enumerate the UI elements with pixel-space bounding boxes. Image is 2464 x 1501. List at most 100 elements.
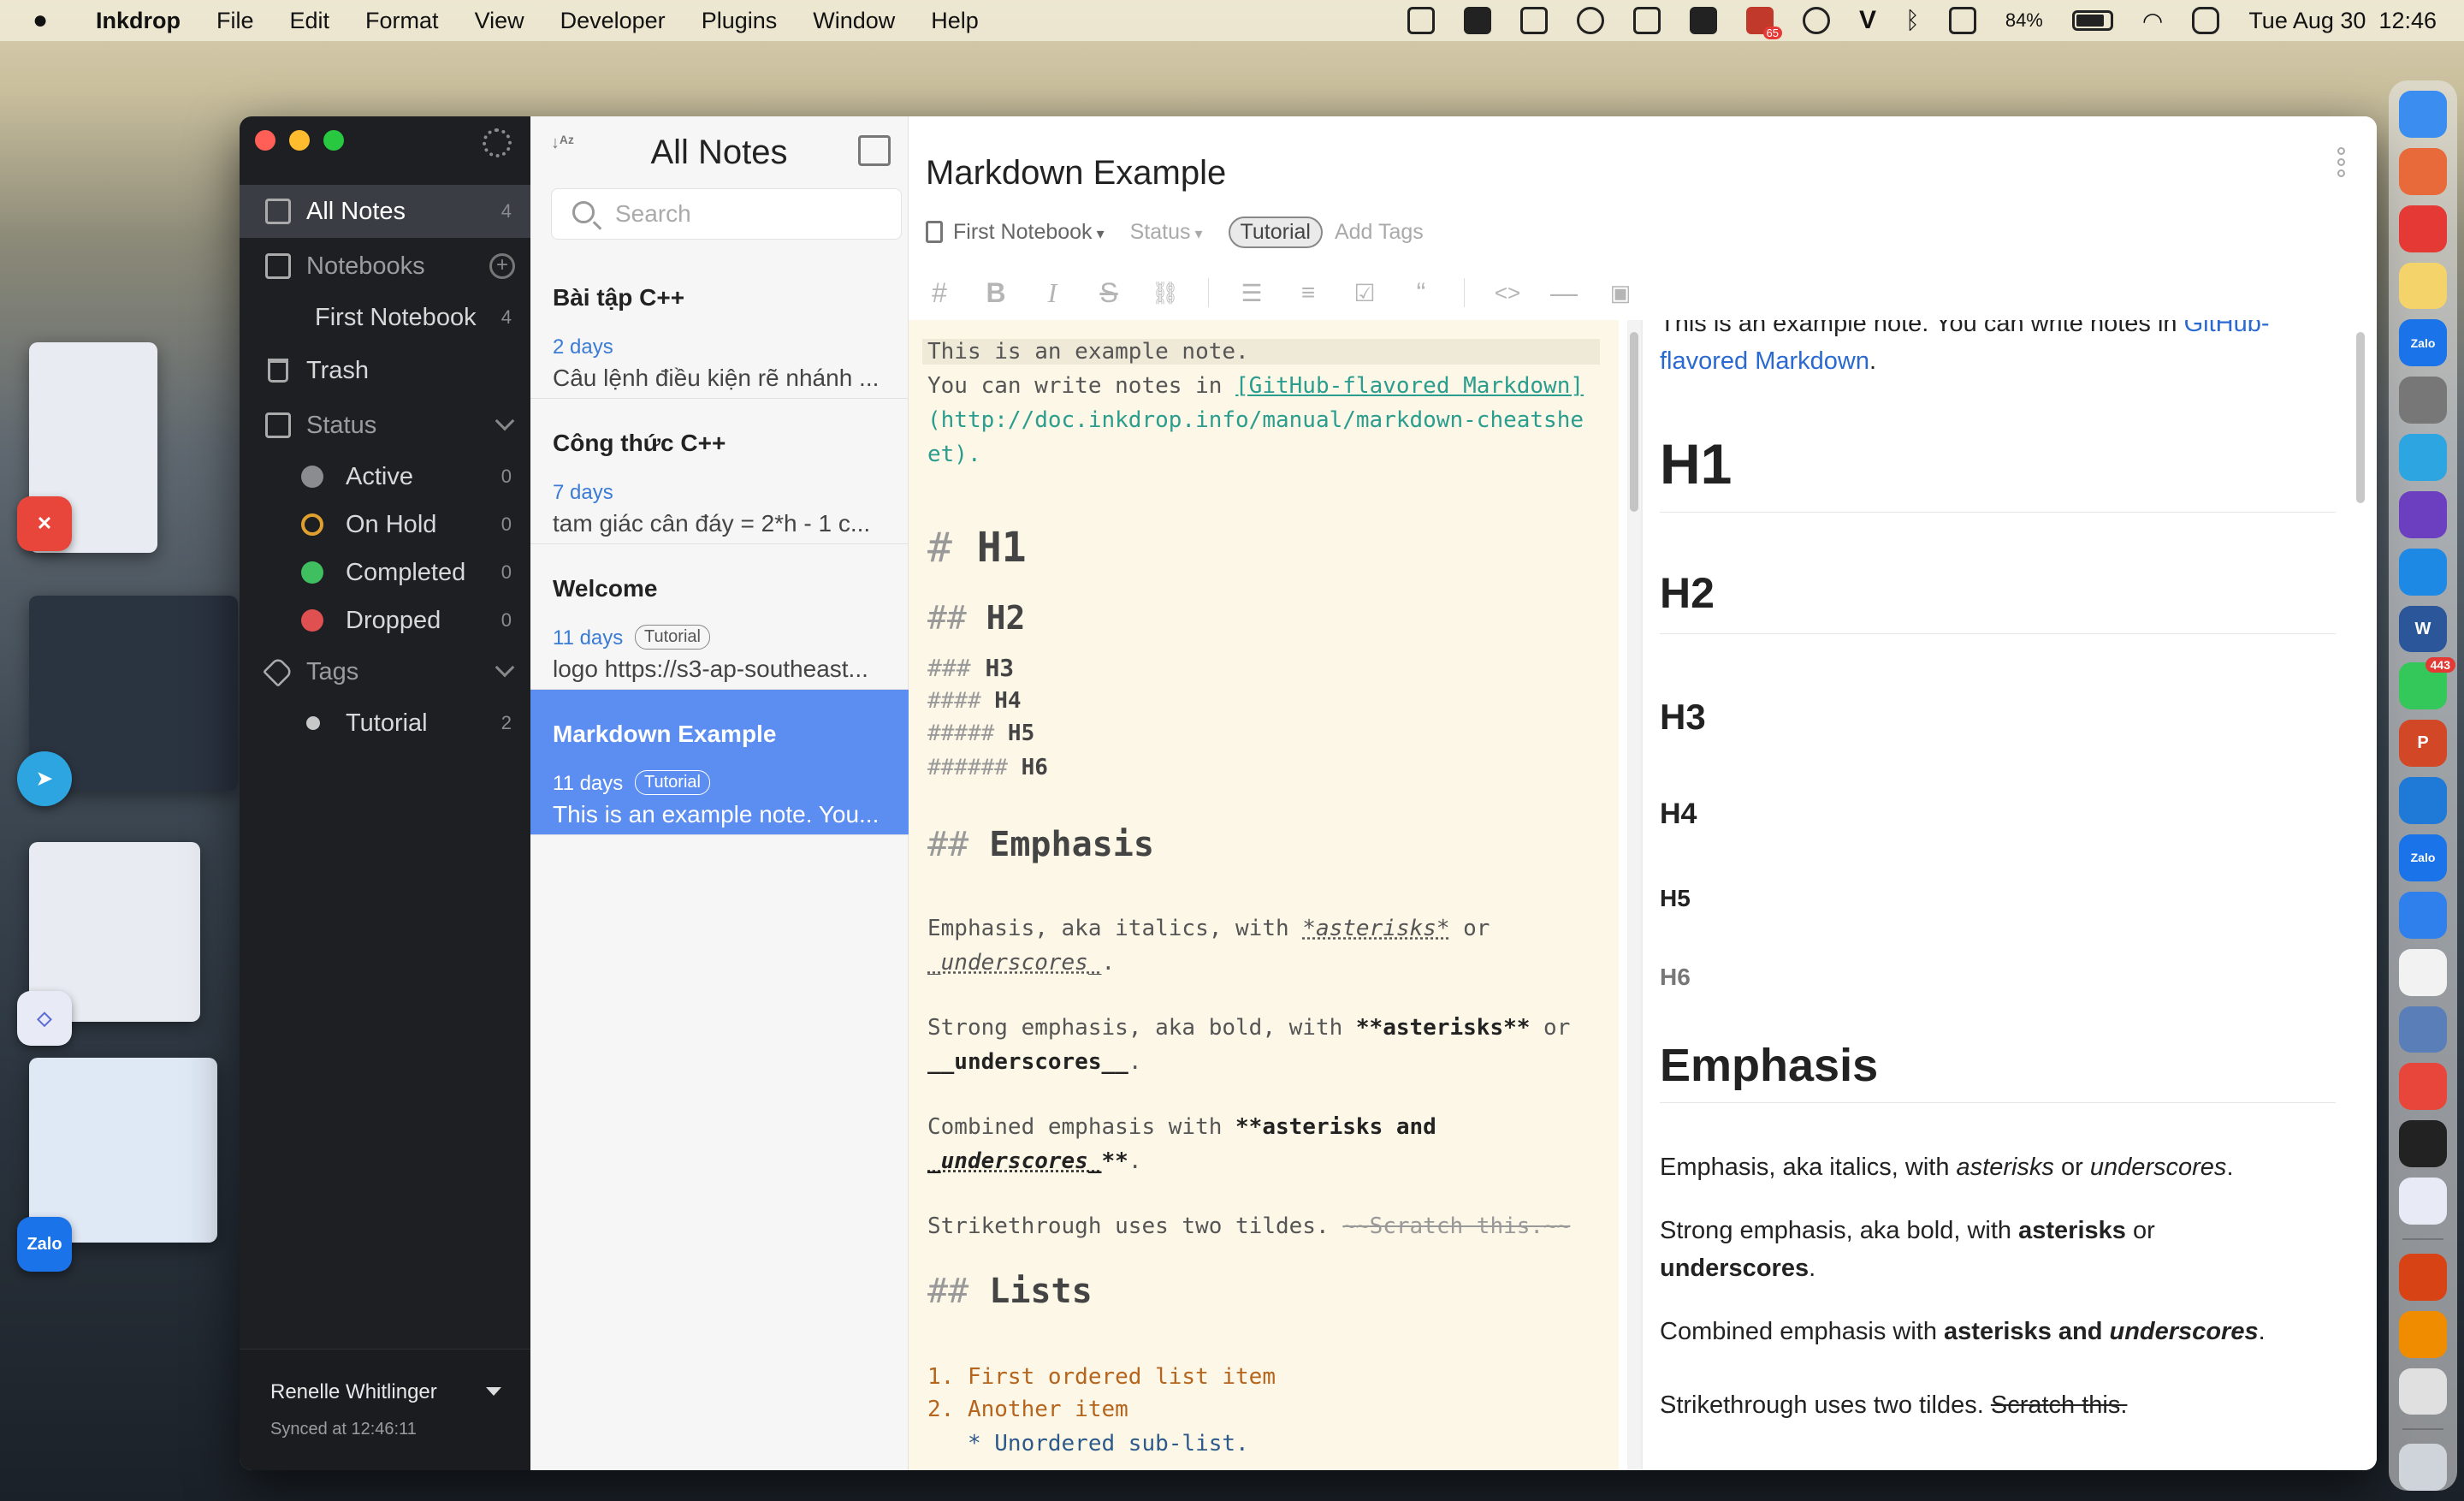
preview-scrollbar[interactable] <box>2354 320 2366 1470</box>
play-icon[interactable] <box>1803 7 1830 34</box>
strikethrough-icon[interactable]: S <box>1095 277 1122 308</box>
account-footer[interactable]: Renelle Whitlinger Synced at 12:46:11 <box>240 1349 530 1470</box>
finder-icon[interactable] <box>2399 91 2447 138</box>
vlc-icon[interactable] <box>2399 1310 2447 1358</box>
dropbox-icon[interactable] <box>1520 7 1548 34</box>
telegram-icon[interactable] <box>2399 434 2447 481</box>
remote-icon[interactable] <box>2399 1253 2447 1301</box>
heading-icon[interactable]: # <box>926 277 953 308</box>
zoom-window-button[interactable] <box>323 130 344 151</box>
minimize-window-button[interactable] <box>289 130 310 151</box>
wifi-icon[interactable]: ◠ <box>2142 7 2163 35</box>
sidebar-item-tags[interactable]: Tags <box>240 645 530 698</box>
notes-icon[interactable] <box>2399 262 2447 310</box>
vscode-icon[interactable] <box>2399 777 2447 824</box>
inkdrop-icon[interactable] <box>2399 1178 2447 1225</box>
display-icon[interactable] <box>1577 7 1604 34</box>
word-icon[interactable]: W <box>2399 605 2447 653</box>
notification-app-icon[interactable]: 65 <box>1746 7 1782 39</box>
account-name[interactable]: Renelle Whitlinger <box>270 1380 437 1404</box>
appstore-icon[interactable] <box>2399 548 2447 596</box>
sidebar-item-completed[interactable]: Completed 0 <box>240 546 530 599</box>
pane-divider[interactable] <box>1641 320 1643 1470</box>
status-selector[interactable]: Status <box>1130 220 1203 245</box>
zalo-icon[interactable]: Zalo <box>2399 319 2447 367</box>
s-app-icon[interactable] <box>1690 7 1717 34</box>
add-tags-input[interactable]: Add Tags <box>1335 220 1424 245</box>
sidebar-item-trash[interactable]: Trash <box>240 344 530 397</box>
preview-icon[interactable] <box>2399 1006 2447 1053</box>
chevron-down-icon[interactable] <box>486 1387 501 1396</box>
bullet-list-icon[interactable]: ☰ <box>1238 279 1265 306</box>
numbered-list-icon[interactable]: ≡ <box>1294 279 1322 306</box>
sidebar-item-on-hold[interactable]: On Hold 0 <box>240 498 530 551</box>
sidebar-item-active[interactable]: Active 0 <box>240 450 530 503</box>
list-item-selected[interactable]: Markdown Example 11 days Tutorial This i… <box>530 690 909 835</box>
chrome-icon[interactable] <box>2399 205 2447 252</box>
sidebar-item-notebooks[interactable]: Notebooks + <box>240 240 530 293</box>
notebook-selector[interactable]: First Notebook <box>926 220 1105 245</box>
textedit-icon[interactable] <box>2399 948 2447 996</box>
menu-format[interactable]: Format <box>365 8 439 34</box>
menu-plugins[interactable]: Plugins <box>702 8 778 34</box>
tag-chip[interactable]: Tutorial <box>1228 216 1323 248</box>
menu-window[interactable]: Window <box>813 8 895 34</box>
list-item[interactable]: Công thức C++ 7 days tam giác cân đáy = … <box>530 399 909 544</box>
draw-icon[interactable] <box>1407 7 1435 34</box>
markdown-editor[interactable]: This is an example note. You can write n… <box>909 320 1619 1470</box>
pinwheel-icon[interactable] <box>2399 1368 2447 1415</box>
gear-icon[interactable] <box>483 128 512 157</box>
preview-link[interactable]: flavored Markdown <box>1660 347 1869 375</box>
monitor-icon[interactable] <box>1633 7 1661 34</box>
sidebar-item-status[interactable]: Status <box>240 399 530 452</box>
sidebar-item-tag-tutorial[interactable]: Tutorial 2 <box>240 697 530 750</box>
quote-icon[interactable]: “ <box>1407 277 1435 308</box>
sidebar-item-dropped[interactable]: Dropped 0 <box>240 594 530 647</box>
anydesk-stage-icon[interactable]: ✕ <box>17 496 72 551</box>
menu-edit[interactable]: Edit <box>290 8 330 34</box>
list-item[interactable]: Bài tập C++ 2 days Câu lệnh điều kiện rẽ… <box>530 253 909 399</box>
apple-icon[interactable]: ● <box>33 6 62 35</box>
battery-icon[interactable] <box>2071 10 2113 31</box>
code-icon[interactable]: <> <box>1494 279 1521 306</box>
powerpoint-icon[interactable]: P <box>2399 720 2447 768</box>
search-input[interactable]: Search <box>551 188 902 240</box>
menubar-clock[interactable]: Tue Aug 30 12:46 <box>2248 8 2437 34</box>
telegram-stage-icon[interactable]: ➤ <box>17 751 72 806</box>
anydesk-icon[interactable] <box>2399 1063 2447 1111</box>
inkdrop-stage-icon[interactable]: ◇ <box>17 991 72 1046</box>
editor-scrollbar[interactable] <box>1627 320 1641 1470</box>
more-options-icon[interactable] <box>2337 147 2346 178</box>
sidebar-item-first-notebook[interactable]: First Notebook 4 <box>240 291 530 344</box>
messages-icon[interactable]: 443 <box>2399 657 2455 710</box>
control-center-icon[interactable] <box>2192 7 2220 34</box>
chevron-down-icon[interactable] <box>495 657 515 678</box>
menu-file[interactable]: File <box>216 8 254 34</box>
link-icon[interactable]: ⛓ <box>1152 279 1180 306</box>
menu-developer[interactable]: Developer <box>560 8 666 34</box>
terminal-icon[interactable] <box>2399 1120 2447 1168</box>
zalo-stage-icon[interactable]: Zalo <box>17 1217 72 1272</box>
bold-icon[interactable]: B <box>982 277 1010 308</box>
image-icon[interactable]: ▣ <box>1607 279 1634 306</box>
launchpad-icon[interactable] <box>2399 147 2447 195</box>
v-icon[interactable]: V <box>1859 6 1876 35</box>
keyboard-icon[interactable] <box>1948 7 1976 34</box>
list-item[interactable]: Welcome 11 days Tutorial logo https://s3… <box>530 544 909 690</box>
new-note-icon[interactable] <box>858 135 891 166</box>
settings-icon[interactable] <box>2399 377 2447 424</box>
stage-window-thumbnail-4[interactable] <box>29 1058 217 1243</box>
chevron-down-icon[interactable] <box>495 411 515 431</box>
sidebar-item-all-notes[interactable]: All Notes 4 <box>240 185 530 238</box>
italic-icon[interactable]: I <box>1039 277 1066 308</box>
menu-app-name[interactable]: Inkdrop <box>96 8 181 34</box>
menu-help[interactable]: Help <box>931 8 979 34</box>
direct-icon[interactable] <box>1464 7 1491 34</box>
safari-icon[interactable] <box>2399 891 2447 939</box>
horizontal-rule-icon[interactable]: — <box>1550 277 1578 308</box>
close-window-button[interactable] <box>255 130 275 151</box>
checkbox-icon[interactable]: ☑ <box>1351 279 1378 306</box>
zalo-icon-2[interactable]: Zalo <box>2399 834 2447 881</box>
preview-link[interactable]: GitHub- <box>2184 320 2270 337</box>
bluetooth-icon[interactable]: ᛒ <box>1905 7 1920 34</box>
